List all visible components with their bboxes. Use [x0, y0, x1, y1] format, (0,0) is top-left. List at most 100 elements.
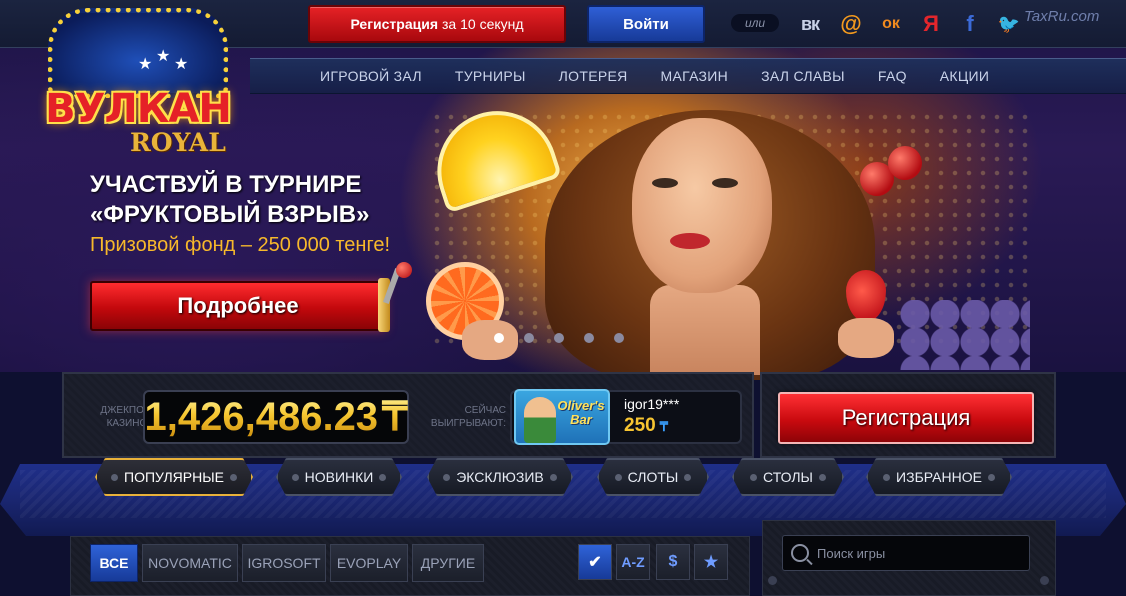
star-icon: ★	[138, 56, 153, 73]
woman-eye-image	[652, 178, 678, 188]
provider-novomatic[interactable]: NOVOMATIC	[142, 544, 238, 582]
category-exclusive[interactable]: ЭКСКЛЮЗИВ	[427, 458, 573, 496]
category-label: ЭКСКЛЮЗИВ	[456, 469, 544, 485]
nav-item-lottery[interactable]: ЛОТЕРЕЯ	[559, 68, 628, 84]
nav-item-promotions[interactable]: АКЦИИ	[940, 68, 989, 84]
provider-all[interactable]: ВСЕ	[90, 544, 138, 582]
search-input[interactable]	[817, 545, 1017, 561]
promo-title-line2: «ФРУКТОВЫЙ ВЗРЫВ»	[90, 201, 370, 228]
provider-other[interactable]: ДРУГИЕ	[412, 544, 484, 582]
star-icon: ★	[174, 56, 189, 73]
logo-title: ВУЛКАН	[45, 86, 232, 132]
slider-dot[interactable]	[524, 333, 534, 343]
vk-icon[interactable]: вк	[795, 10, 825, 38]
rivet-icon	[684, 474, 691, 481]
lever-knob-decoration	[396, 262, 412, 278]
rivet-icon	[550, 474, 557, 481]
yandex-icon[interactable]: Я	[916, 10, 946, 38]
mail-icon-glyph: @	[840, 11, 862, 36]
screw-icon	[1040, 576, 1049, 585]
facebook-icon[interactable]: f	[955, 10, 985, 38]
star-icon[interactable]: ★	[694, 544, 728, 580]
slider-dot[interactable]	[554, 333, 564, 343]
winner-amount: 250 ₸	[624, 415, 668, 437]
nav-item-faq[interactable]: FAQ	[878, 68, 907, 84]
category-label: НОВИНКИ	[304, 469, 374, 485]
rivet-icon	[443, 474, 450, 481]
vk-icon-glyph: вк	[800, 13, 820, 34]
rivet-icon	[292, 474, 299, 481]
winners-label: СЕЙЧАС ВЫИГРЫВАЮТ:	[430, 405, 506, 429]
main-nav: ИГРОВОЙ ЗАЛ ТУРНИРЫ ЛОТЕРЕЯ МАГАЗИН ЗАЛ …	[250, 58, 1126, 94]
crown-icon	[48, 8, 228, 98]
nav-item-tournaments[interactable]: ТУРНИРЫ	[455, 68, 526, 84]
promo-prize: Призовой фонд – 250 000 тенге!	[90, 234, 391, 256]
category-label: ИЗБРАННОЕ	[896, 469, 982, 485]
promo-title: УЧАСТВУЙ В ТУРНИРЕ «ФРУКТОВЫЙ ВЗРЫВ»	[90, 170, 420, 230]
rivet-icon	[230, 474, 237, 481]
register-top-label-bold: Регистрация	[350, 16, 439, 32]
slider-dot[interactable]	[494, 333, 504, 343]
yandex-icon-glyph: Я	[923, 11, 939, 36]
facebook-icon-glyph: f	[966, 11, 974, 36]
category-label: ПОПУЛЯРНЫЕ	[124, 469, 224, 485]
rivet-icon	[988, 474, 995, 481]
twitter-icon[interactable]: 🐦	[994, 10, 1024, 38]
nav-item-game-hall[interactable]: ИГРОВОЙ ЗАЛ	[320, 68, 422, 84]
slider-pagination	[494, 333, 624, 343]
rivet-icon	[750, 474, 757, 481]
woman-neck-image	[650, 285, 760, 375]
jackpot-label: ДЖЕКПОТ КАЗИНО:	[100, 405, 150, 429]
nav-item-shop[interactable]: МАГАЗИН	[661, 68, 729, 84]
woman-lips-image	[670, 233, 710, 249]
more-details-button[interactable]: Подробнее	[90, 281, 386, 331]
category-new[interactable]: НОВИНКИ	[276, 458, 402, 496]
login-button[interactable]: Войти	[587, 5, 705, 43]
woman-face-image	[632, 118, 772, 293]
winner-amount-value: 250	[624, 415, 656, 436]
register-top-label: за 10 секунд	[442, 16, 524, 32]
category-label: СЛОТЫ	[627, 469, 679, 485]
mail-icon[interactable]: @	[836, 10, 866, 38]
logo-subtitle: ROYAL	[130, 128, 226, 157]
register-top-button[interactable]: Регистрация за 10 секунд	[308, 5, 566, 43]
rivet-icon	[819, 474, 826, 481]
jackpot-value: 1,426,486.23 ₸	[145, 394, 408, 440]
winner-currency: ₸	[659, 419, 668, 434]
odnoklassniki-icon-glyph: ок	[882, 15, 900, 32]
sort-az-icon[interactable]: A-Z	[616, 544, 650, 580]
category-slots[interactable]: СЛОТЫ	[597, 458, 709, 496]
category-tables[interactable]: СТОЛЫ	[732, 458, 844, 496]
game-thumbnail[interactable]: Oliver's Bar	[514, 389, 610, 445]
jackpot-counter: 1,426,486.23 ₸	[143, 390, 409, 444]
register-button[interactable]: Регистрация	[778, 392, 1034, 444]
watermark: TaxRu.com	[1024, 8, 1100, 25]
dollar-icon[interactable]: $	[656, 544, 690, 580]
screw-icon	[768, 576, 777, 585]
category-popular[interactable]: ПОПУЛЯРНЫЕ	[95, 458, 253, 496]
jackpot-currency: ₸	[382, 395, 408, 439]
check-icon[interactable]: ✔	[578, 544, 612, 580]
or-separator: или	[731, 14, 779, 32]
search-box	[782, 535, 1030, 571]
logo[interactable]: ★ ★ ★ ВУЛКАН ROYAL	[38, 2, 243, 162]
grapes-image	[900, 300, 1030, 370]
cherry-image	[888, 146, 922, 180]
twitter-icon-glyph: 🐦	[997, 13, 1021, 34]
rivet-icon	[379, 474, 386, 481]
provider-evoplay[interactable]: EVOPLAY	[330, 544, 408, 582]
provider-igrosoft[interactable]: IGROSOFT	[242, 544, 326, 582]
odnoklassniki-icon[interactable]: ок	[876, 10, 906, 38]
star-icon: ★	[156, 48, 171, 65]
slider-dot[interactable]	[614, 333, 624, 343]
rivet-icon	[111, 474, 118, 481]
game-character-image	[524, 397, 556, 443]
category-favorites[interactable]: ИЗБРАННОЕ	[866, 458, 1012, 496]
game-name: Oliver's Bar	[557, 398, 605, 427]
hand-image	[838, 318, 894, 358]
jackpot-amount: 1,426,486.23	[144, 395, 379, 439]
search-icon[interactable]	[791, 544, 809, 562]
winner-username: igor19***	[624, 396, 680, 412]
slider-dot[interactable]	[584, 333, 594, 343]
nav-item-hall-of-fame[interactable]: ЗАЛ СЛАВЫ	[761, 68, 845, 84]
